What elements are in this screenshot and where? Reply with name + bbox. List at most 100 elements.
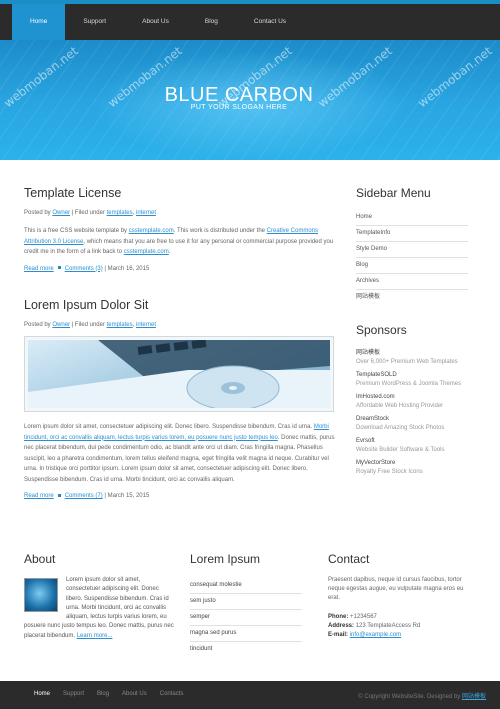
sponsor-desc: Download Amazing Stock Photos [356, 425, 445, 431]
copyright: © Copyright WebsiteSite. Designed by 网站模… [358, 691, 486, 700]
about-section: About Lorem ipsum dolor sit amet, consec… [24, 552, 174, 641]
post-body: Lorem ipsum dolor sit amet, consectetuer… [24, 422, 336, 485]
post-date: | March 15, 2015 [104, 493, 150, 499]
sponsor-item: TemplateSOLD Premium WordPress & Joomla T… [356, 372, 468, 387]
category-link[interactable]: internet [136, 210, 156, 216]
laptop-illustration [28, 340, 330, 408]
post-meta: Posted by Owner | Filed under templates,… [24, 210, 156, 216]
category-link[interactable]: templates [107, 322, 133, 328]
sponsor-desc: Premium WordPress & Joomla Themes [356, 381, 462, 387]
list-item[interactable]: magna sed purus [190, 626, 302, 642]
top-navigation-bar: Home Support About Us Blog Contact Us [0, 0, 500, 44]
post-body: This is a free CSS website template by c… [24, 226, 336, 258]
body-text: . Donec mattis, purus nec placerat biben… [24, 434, 335, 483]
post-title[interactable]: Template License [24, 186, 336, 200]
sponsor-item: MyVectorStore Royalty Free Stock Icons [356, 460, 468, 475]
meta-prefix: Posted by [24, 210, 51, 216]
footer-nav-about-us[interactable]: About Us [122, 691, 147, 697]
phone-value: +1234567 [350, 614, 377, 620]
meta-prefix: Posted by [24, 322, 51, 328]
main-nav: Home Support About Us Blog Contact Us [12, 4, 304, 44]
about-text-block: Lorem ipsum dolor sit amet, consectetuer… [24, 576, 174, 641]
learn-more-link[interactable]: Learn more... [77, 633, 113, 639]
copyright-text: © Copyright WebsiteSite. Designed by [358, 694, 461, 700]
bullet-icon [57, 266, 61, 270]
nav-support[interactable]: Support [65, 4, 124, 40]
post-meta: Posted by Owner | Filed under templates,… [24, 322, 156, 328]
laptop-cd-image [28, 340, 330, 408]
body-text: . This work is distributed under the [173, 228, 265, 234]
lorem-ipsum-section: Lorem Ipsum consequat molestie sem justo… [190, 552, 302, 657]
post-template-license: Template License Posted by Owner | Filed… [24, 186, 336, 272]
nav-blog[interactable]: Blog [187, 4, 236, 40]
contact-section: Contact Praesent dapibus, neque id cursu… [328, 552, 473, 640]
email-link[interactable]: info@example.com [350, 632, 401, 638]
sidebar-menu-title: Sidebar Menu [356, 186, 431, 200]
footer: Home Support Blog About Us Contacts © Co… [0, 681, 500, 709]
sponsor-link[interactable]: MyVectorStore [356, 460, 468, 466]
author-link[interactable]: Owner [52, 210, 70, 216]
category-link[interactable]: internet [136, 322, 156, 328]
contact-email: E-mail: info@example.com [328, 631, 473, 640]
list-item[interactable]: tincidunt [190, 642, 302, 657]
comments-link[interactable]: Comments (3) [65, 266, 103, 272]
footer-nav-support[interactable]: Support [63, 691, 84, 697]
sponsor-desc: Website Builder Software & Tools [356, 447, 445, 453]
post-image [24, 336, 334, 412]
sidebar: Sidebar Menu Home TemplateInfo Style Dem… [356, 186, 468, 482]
lorem-link-list: consequat molestie sem justo semper magn… [190, 578, 302, 657]
contact-phone: Phone: +1234567 [328, 613, 473, 622]
sidebar-item-archives[interactable]: Archives [356, 274, 468, 290]
sponsors-list: 网站模板 Over 6,000+ Premium Web Templates Te… [356, 347, 468, 475]
about-thumbnail [24, 578, 58, 612]
body-text: . [168, 249, 171, 255]
nav-contact-us[interactable]: Contact Us [236, 4, 304, 40]
body-link[interactable]: csstemplate.com [129, 228, 174, 234]
body-text: This is a free CSS website template by [24, 228, 128, 234]
site-slogan: PUT YOUR SLOGAN HERE [190, 104, 288, 111]
sponsors-title: Sponsors [356, 323, 407, 337]
comments-link[interactable]: Comments (7) [65, 493, 103, 499]
sidebar-item-templates-cn[interactable]: 网站模板 [356, 290, 468, 305]
sponsor-link[interactable]: 网站模板 [356, 347, 468, 356]
post-title[interactable]: Lorem Ipsum Dolor Sit [24, 298, 336, 312]
footer-nav-contacts[interactable]: Contacts [160, 691, 184, 697]
footer-nav-blog[interactable]: Blog [97, 691, 109, 697]
address-value: 123 TemplateAccess Rd [355, 623, 421, 629]
meta-filed: | Filed under [71, 322, 105, 328]
footer-nav: Home Support Blog About Us Contacts [34, 691, 183, 697]
sponsor-item: DreamStock Download Amazing Stock Photos [356, 416, 468, 431]
email-label: E-mail: [328, 632, 349, 638]
sponsor-desc: Affordable Web Hosting Provider [356, 403, 444, 409]
list-item[interactable]: semper [190, 610, 302, 626]
read-more-link[interactable]: Read more [24, 493, 54, 499]
sponsor-item: 网站模板 Over 6,000+ Premium Web Templates [356, 347, 468, 365]
sponsor-link[interactable]: Evrsoft [356, 438, 468, 444]
sidebar-item-blog[interactable]: Blog [356, 258, 468, 274]
nav-home[interactable]: Home [12, 4, 66, 44]
footer-nav-home[interactable]: Home [34, 691, 50, 697]
contact-address: Address: 123 TemplateAccess Rd [328, 622, 473, 631]
contact-title: Contact [328, 552, 370, 566]
read-more-link[interactable]: Read more [24, 266, 54, 272]
sidebar-menu: Home TemplateInfo Style Demo Blog Archiv… [356, 210, 468, 305]
sponsor-link[interactable]: DreamStock [356, 416, 468, 422]
sidebar-item-home[interactable]: Home [356, 210, 468, 226]
sidebar-item-templateinfo[interactable]: TemplateInfo [356, 226, 468, 242]
author-link[interactable]: Owner [52, 322, 70, 328]
sponsor-item: ImHosted.com Affordable Web Hosting Provi… [356, 394, 468, 409]
body-link[interactable]: csstemplate.com [124, 249, 169, 255]
list-item[interactable]: consequat molestie [190, 578, 302, 594]
contact-text: Praesent dapibus, neque id cursus faucib… [328, 577, 464, 601]
sidebar-item-style-demo[interactable]: Style Demo [356, 242, 468, 258]
list-item[interactable]: sem justo [190, 594, 302, 610]
nav-about-us[interactable]: About Us [124, 4, 187, 40]
designer-link[interactable]: 网站模板 [462, 694, 486, 700]
header-banner: webmoban.net webmoban.net webmoban.net w… [0, 40, 500, 160]
category-link[interactable]: templates [107, 210, 133, 216]
sponsor-link[interactable]: TemplateSOLD [356, 372, 468, 378]
address-label: Address: [328, 623, 355, 629]
lorem-ipsum-title: Lorem Ipsum [190, 552, 261, 566]
post-footer: Read more Comments (7) | March 15, 2015 [24, 493, 336, 499]
sponsor-link[interactable]: ImHosted.com [356, 394, 468, 400]
